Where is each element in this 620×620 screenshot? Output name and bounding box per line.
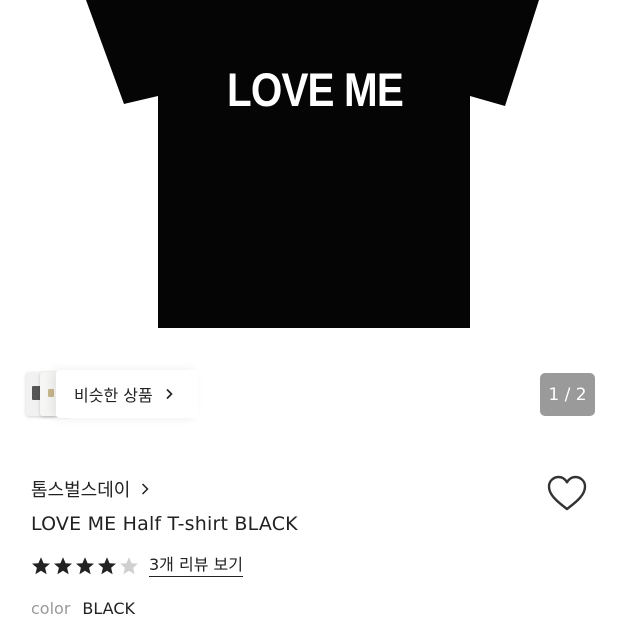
product-detail-page: LOVE ME 비슷한 상품 1 / 2 톰스벌스데이 LOVE ME Half… xyxy=(0,0,620,620)
similar-products-label-box: 비슷한 상품 xyxy=(56,370,198,418)
star-rating xyxy=(31,556,141,576)
color-option-value: BLACK xyxy=(82,599,135,618)
tshirt-illustration xyxy=(86,0,539,328)
brand-name: 톰스벌스데이 xyxy=(31,480,131,501)
product-image[interactable]: LOVE ME xyxy=(0,0,620,360)
star-filled-icon xyxy=(32,557,50,575)
color-option-row: color BLACK xyxy=(31,599,135,618)
chevron-right-icon xyxy=(142,483,149,495)
image-pager-indicator: 1 / 2 xyxy=(540,373,595,416)
star-filled-icon xyxy=(98,557,116,575)
tshirt-body xyxy=(86,0,539,328)
chevron-right-icon xyxy=(166,388,173,400)
view-reviews-link[interactable]: 3개 리뷰 보기 xyxy=(149,555,243,577)
star-filled-icon xyxy=(54,557,72,575)
brand-link[interactable]: 톰스벌스데이 xyxy=(31,476,150,502)
star-empty-icon xyxy=(120,557,138,575)
similar-products-button[interactable]: 비슷한 상품 xyxy=(26,370,201,418)
color-option-label: color xyxy=(31,599,71,618)
heart-outline-icon[interactable] xyxy=(546,474,588,514)
product-title: LOVE ME Half T-shirt BLACK xyxy=(31,513,298,535)
tshirt-print-text: LOVE ME xyxy=(227,63,404,116)
star-filled-icon xyxy=(76,557,94,575)
similar-products-label: 비슷한 상품 xyxy=(74,386,153,405)
rating-row: 3개 리뷰 보기 xyxy=(31,555,243,577)
